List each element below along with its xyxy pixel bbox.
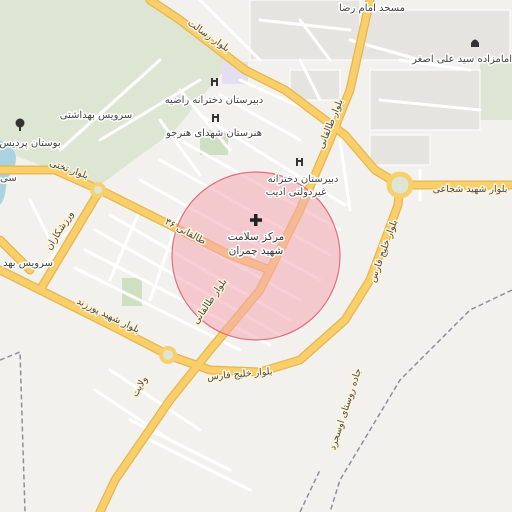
poi-imamzadeh[interactable]: امامزاده سید علی اصغر: [410, 53, 512, 67]
roundabout-west[interactable]: [90, 182, 106, 198]
poi-adib-line1[interactable]: دبیرستان دخترانه: [266, 173, 340, 187]
school-icon[interactable]: [212, 114, 219, 122]
roundabout-east[interactable]: [386, 171, 414, 199]
residential-blocks: [249, 0, 511, 166]
poi-mosque-imam-reza[interactable]: مسجد امام رضا: [337, 2, 406, 16]
poi-health-service[interactable]: سرویس بهداشتی: [58, 109, 134, 123]
map-svg[interactable]: مرکز سلامت شهید چمران مسجد امام رضا امام…: [0, 0, 512, 512]
poi-hozgho-school[interactable]: هنرستان شهدای هنرجو: [164, 127, 264, 141]
poi-health-service-2[interactable]: سرویس بهد: [1, 257, 54, 271]
highlight-name-line2: شهید چمران: [229, 245, 284, 257]
roundabout-southwest[interactable]: [159, 346, 177, 364]
school-icon[interactable]: [296, 158, 303, 166]
poi-cut-label[interactable]: سی: [0, 172, 18, 186]
highlight-name-line1: مرکز سلامت: [228, 231, 285, 243]
road-label-shojaei: بلوار شهید شجاعی: [433, 184, 508, 195]
poi-girls-school-razieh[interactable]: دبیرستان دخترانه راضیه: [163, 94, 265, 108]
road-label-khalij-fars-east: بلوار خلیج فارس: [367, 218, 400, 283]
poi-pardis-park[interactable]: بوستان پردیس: [0, 137, 62, 151]
map-canvas[interactable]: مرکز سلامت شهید چمران مسجد امام رضا امام…: [0, 0, 512, 512]
green-area-northeast: [480, 60, 512, 120]
poi-adib-line2[interactable]: غیردولتی ادیب: [264, 186, 327, 200]
road-label-village-road: جاده روستای اوسجرد: [327, 367, 364, 451]
